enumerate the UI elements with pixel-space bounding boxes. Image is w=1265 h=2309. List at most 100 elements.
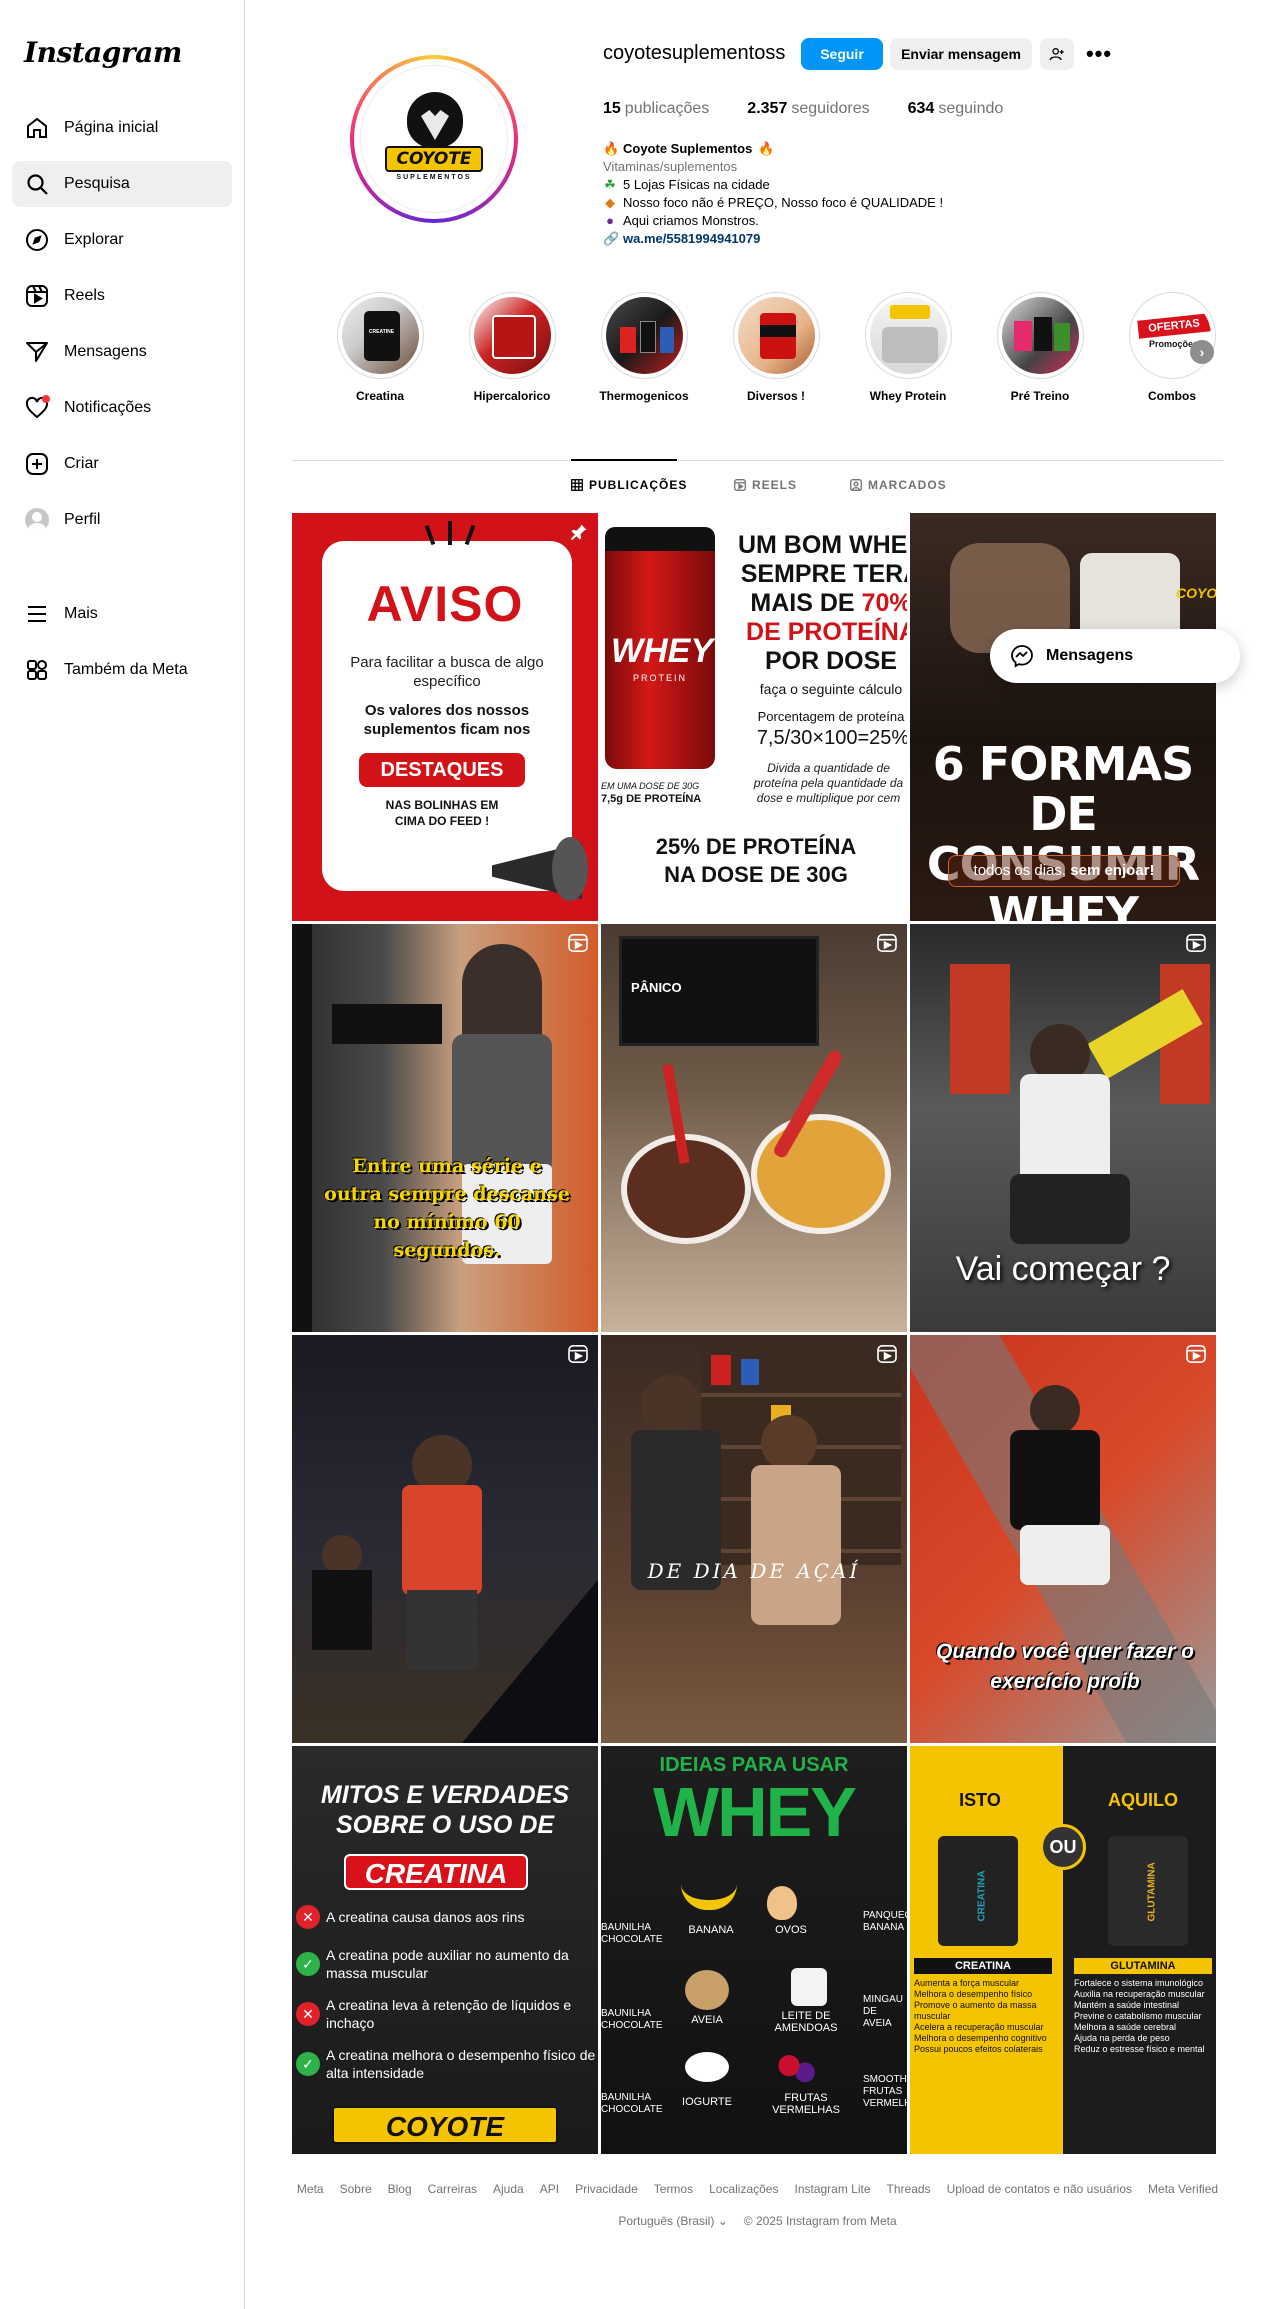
notification-dot [42, 395, 50, 403]
post-ideias-whey[interactable]: IDEIAS PARA USAR WHEY BAUNILHA CHOCOLATE… [601, 1746, 907, 2154]
profile-bio: 🔥 Coyote Suplementos 🔥 Vitaminas/suplement… [603, 140, 943, 248]
link-icon: 🔗 [603, 231, 620, 246]
post-6-formas-whey[interactable]: COYOTE 6 FORMAS DE CONSUMIR WHEY todos o… [910, 513, 1216, 921]
tub-sub: PROTEIN [632, 673, 687, 683]
messages-floating-button[interactable]: Mensagens [990, 629, 1240, 683]
footer-link[interactable]: Ajuda [493, 2182, 524, 2196]
highlight-whey-protein[interactable]: Whey Protein [858, 292, 958, 403]
recipe-right-label: MINGAU DE AVEIA [863, 1994, 903, 2029]
pin-icon [570, 523, 588, 546]
highlights-next-button[interactable]: › [1190, 340, 1214, 364]
bio-link[interactable]: wa.me/5581994941079 [623, 231, 760, 246]
sidebar-item-explore[interactable]: Explorar [12, 217, 232, 263]
post-isto-ou-aquilo[interactable]: ISTO AQUILO OU CREATINA GLUTAMINA CREATI… [910, 1746, 1216, 2154]
following-stat[interactable]: 634 seguindo [908, 100, 1004, 118]
highlight-label: Creatina [355, 389, 405, 403]
tub-label: WHEY [611, 632, 713, 670]
reels-icon [24, 283, 50, 309]
benefit-item: Melhora o desempenho cognitivo [914, 2033, 1047, 2043]
footer-link[interactable]: Sobre [340, 2182, 372, 2196]
post-reel-vai-comecar[interactable]: Vai começar ? [910, 924, 1216, 1332]
suggest-users-button[interactable] [1040, 38, 1074, 70]
footer-link[interactable]: Localizações [709, 2182, 778, 2196]
highlight-label: Whey Protein [869, 389, 947, 403]
footer-link[interactable]: Threads [887, 2182, 931, 2196]
footer-link[interactable]: Blog [388, 2182, 412, 2196]
tab-posts[interactable]: PUBLICAÇÕES [571, 478, 687, 492]
false-icon: ✕ [296, 1905, 320, 1929]
follow-button[interactable]: Seguir [801, 38, 883, 70]
language-selector[interactable]: Português (Brasil) ⌄ [618, 2214, 727, 2228]
reel-icon [568, 1345, 588, 1363]
footer-link[interactable]: Carreiras [428, 2182, 477, 2196]
footer-link[interactable]: Instagram Lite [794, 2182, 870, 2196]
footer-link[interactable]: Meta [297, 2182, 324, 2196]
reel-icon [568, 934, 588, 952]
sidebar-item-more[interactable]: Mais [12, 591, 232, 637]
ingredient-label: FRUTAS VERMELHAS [772, 2092, 840, 2116]
sidebar-item-profile[interactable]: Perfil [12, 497, 232, 543]
recipe-right-label: SMOOTHIE FRUTAS VERMELHAS [863, 2074, 907, 2109]
sidebar-item-create[interactable]: Criar [12, 441, 232, 487]
send-message-button[interactable]: Enviar mensagem [890, 38, 1032, 70]
berries-icon [777, 2052, 817, 2086]
ingredient-label: LEITE DE AMENDOAS [774, 2010, 838, 2034]
sidebar-item-search[interactable]: Pesquisa [12, 161, 232, 207]
sidebar-item-messages[interactable]: Mensagens [12, 329, 232, 375]
highlight-hipercalorico[interactable]: Hipercalorico [462, 292, 562, 403]
footer-link[interactable]: Privacidade [575, 2182, 638, 2196]
post-reel-dia-de-acai[interactable]: DE DIA DE AÇAÍ [601, 1335, 907, 1743]
post-text-line: Divida a quantidade de proteína pela qua… [753, 761, 904, 805]
post-text-line: Para facilitar a busca de algo específic… [350, 654, 544, 690]
post-reel-acai[interactable]: PÂNICO [601, 924, 907, 1332]
logo-word: COYOTE [385, 146, 483, 172]
reel-icon [1186, 934, 1206, 952]
tagged-icon [850, 479, 862, 491]
footer-link[interactable]: Termos [654, 2182, 693, 2196]
highlight-cover-text: OFERTAS [1136, 313, 1211, 339]
instagram-logo[interactable]: Instagram [24, 36, 182, 69]
highlight-pre-treino[interactable]: Pré Treino [990, 292, 1090, 403]
post-reel-descanso[interactable]: Entre uma série e outra sempre descanse … [292, 924, 598, 1332]
post-whey-calculation[interactable]: WHEY PROTEIN UM BOM WHEY SEMPRE TERÁ MAI… [601, 513, 907, 921]
tab-tagged[interactable]: MARCADOS [850, 478, 947, 492]
myth-item: ✕ A creatina causa danos aos rins [296, 1904, 596, 1930]
sidebar-item-reels[interactable]: Reels [12, 273, 232, 319]
reel-icon [877, 1345, 897, 1363]
sidebar-item-label: Criar [64, 455, 99, 472]
active-tab-indicator [571, 459, 677, 461]
post-reel-escada[interactable] [292, 1335, 598, 1743]
highlight-creatina[interactable]: CREATINE Creatina [330, 292, 430, 403]
sidebar-item-home[interactable]: Página inicial [12, 105, 232, 151]
post-aviso[interactable]: AVISO Para facilitar a busca de algo esp… [292, 513, 598, 921]
highlight-diversos[interactable]: Diversos ! [726, 292, 826, 403]
footer-link[interactable]: Upload de contatos e não usuários [947, 2182, 1132, 2196]
post-reel-exercicio-proibido[interactable]: Quando você quer fazer o exercício proib [910, 1335, 1216, 1743]
footer-link[interactable]: Meta Verified [1148, 2182, 1218, 2196]
footer-link[interactable]: API [540, 2182, 559, 2196]
ingredient-label: AVEIA [691, 2014, 723, 2026]
more-options-icon[interactable]: ••• [1084, 41, 1114, 66]
grid-icon [571, 479, 583, 491]
fire-icon: 🔥 [758, 141, 775, 156]
plus-icon [24, 451, 50, 477]
followers-stat[interactable]: 2.357 seguidores [747, 100, 869, 118]
post-brand: COYOTE [332, 2106, 558, 2144]
profile-picture[interactable]: COYOTE SUPLEMENTOS [350, 55, 518, 223]
coyote-logo: COYOTE SUPLEMENTOS [375, 80, 493, 198]
purple-circle-icon: ● [606, 213, 614, 228]
post-title: AVISO [366, 576, 524, 632]
posts-stat[interactable]: 15 publicações [603, 100, 709, 118]
highlight-cover [473, 297, 551, 374]
post-title: 6 FORMAS DE CONSUMIR WHEY [927, 737, 1200, 921]
story-highlights: CREATINE Creatina Hipercalorico Thermoge… [330, 292, 1230, 412]
sidebar-item-also-from-meta[interactable]: Também da Meta [12, 647, 232, 693]
highlight-label: Thermogenicos [599, 389, 689, 403]
bio-line: Nosso foco não é PREÇO, Nosso foco é QUA… [623, 195, 944, 210]
post-mitos-verdades-creatina[interactable]: MITOS E VERDADES SOBRE O USO DE CREATINA… [292, 1746, 598, 2154]
home-icon [24, 115, 50, 141]
profile-stats: 15 publicações 2.357 seguidores 634 seguind… [603, 100, 1003, 118]
highlight-thermogenicos[interactable]: Thermogenicos [594, 292, 694, 403]
sidebar-item-notifications[interactable]: Notificações [12, 385, 232, 431]
tab-reels[interactable]: REELS [734, 478, 797, 492]
